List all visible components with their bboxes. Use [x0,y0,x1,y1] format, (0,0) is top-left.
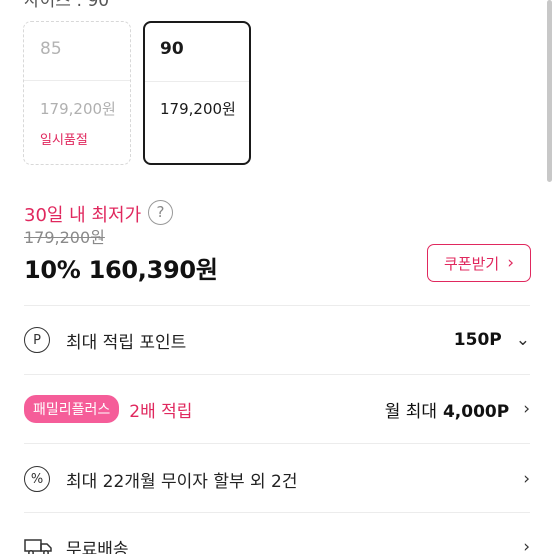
chevron-right-icon[interactable]: › [523,469,530,489]
shipping-label: 무료배송 [66,539,129,554]
family-plus-accent: 2배 적립 [129,401,193,422]
chevron-right-icon[interactable]: › [523,399,530,419]
scrollbar[interactable] [547,0,552,182]
points-label: 최대 적립 포인트 [66,332,187,353]
coupon-button-label: 쿠폰받기 [443,254,500,273]
points-row[interactable]: P 최대 적립 포인트 150P ⌄ [24,320,530,360]
chevron-right-icon[interactable]: › [523,537,530,554]
chevron-right-icon: › [507,253,514,273]
option-divider [24,80,130,81]
point-icon: P [24,327,50,353]
family-plus-badge: 패밀리플러스 [24,395,120,423]
option-divider [145,81,249,82]
family-plus-row[interactable]: 패밀리플러스 2배 적립 월 최대 4,000P › [24,389,530,429]
divider [24,374,530,375]
monthly-max-prefix: 월 최대 [384,401,438,422]
size-price: 179,200원 [40,100,116,118]
size-option-90[interactable]: 90 179,200원 [143,21,251,165]
chevron-down-icon[interactable]: ⌄ [516,330,530,350]
installment-row[interactable]: % 최대 22개월 무이자 할부 외 2건 › [24,459,530,499]
size-label: 90 [160,39,184,59]
size-selection-header: 사이즈 : 90 [24,0,110,11]
help-icon[interactable]: ? [148,200,173,225]
size-option-85[interactable]: 85 179,200원 일시품절 [23,21,131,165]
coupon-button[interactable]: 쿠폰받기 › [427,244,531,282]
soldout-label: 일시품절 [40,133,88,148]
monthly-max-value: 4,000P [442,401,510,422]
divider [24,443,530,444]
installment-label: 최대 22개월 무이자 할부 외 2건 [66,471,298,492]
divider [24,305,530,306]
truck-icon [24,539,52,554]
percent-icon: % [24,466,50,492]
size-price: 179,200원 [160,100,236,118]
monthly-max-points: 월 최대 4,000P [385,397,509,422]
original-price: 179,200원 [24,228,105,247]
size-label: 85 [40,39,62,59]
sale-price: 10% 160,390원 [24,256,218,284]
divider [24,512,530,513]
shipping-row[interactable]: 무료배송 › [24,527,530,554]
points-value: 150P [453,330,502,350]
